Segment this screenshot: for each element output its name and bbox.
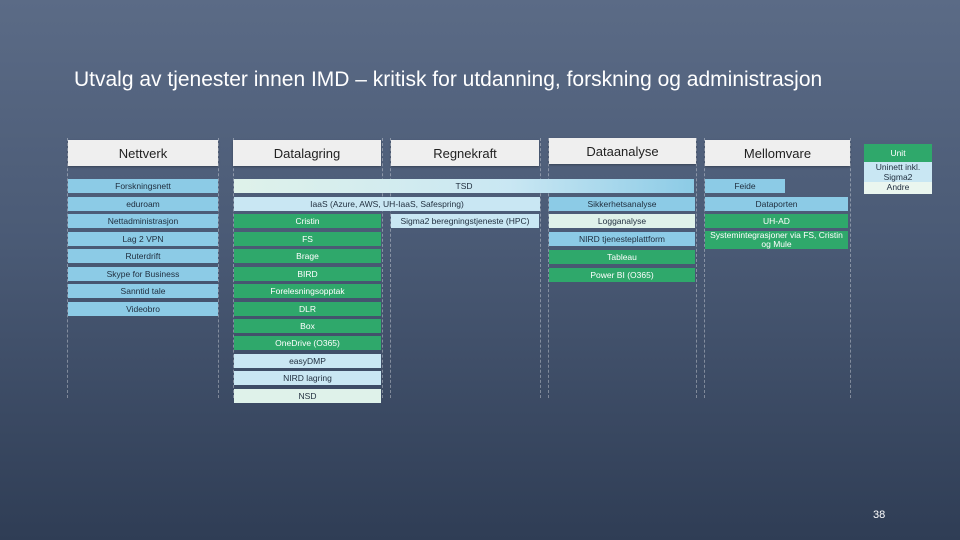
page-number: 38: [873, 509, 886, 521]
list-item: Nettadministrasjon: [68, 214, 218, 228]
sikkerhetsanalyse-box: Sikkerhetsanalyse: [549, 197, 695, 211]
header-dataanalyse: Dataanalyse: [549, 138, 696, 164]
nsd-box: NSD: [234, 389, 381, 403]
legend-andre: Andre: [864, 182, 932, 194]
header-regnekraft: Regnekraft: [391, 140, 539, 166]
divider: [390, 138, 391, 398]
list-item: Forskningsnett: [68, 179, 218, 193]
sigma2-box: Sigma2 beregningstjeneste (HPC): [391, 214, 539, 228]
uh-ad-box: UH-AD: [705, 214, 848, 228]
box-box: Box: [234, 319, 381, 333]
brage-box: Brage: [234, 249, 381, 263]
forelesningsopptak-box: Forelesningsopptak: [234, 284, 381, 298]
divider: [540, 138, 541, 398]
divider: [218, 138, 219, 398]
list-item: eduroam: [68, 197, 218, 211]
nird-plattform-box: NIRD tjenesteplattform: [549, 232, 695, 246]
tsd-bar: TSD: [234, 179, 694, 193]
header-datalagring: Datalagring: [233, 140, 381, 166]
legend-uninett: Uninett inkl. Sigma2: [864, 162, 932, 182]
dataporten-box: Dataporten: [705, 197, 848, 211]
page-title: Utvalg av tjenester innen IMD – kritisk …: [74, 68, 823, 91]
powerbi-box: Power BI (O365): [549, 268, 695, 282]
systemintegrasjoner-box: Systemintegrasjoner via FS, Cristin og M…: [705, 231, 848, 249]
legend: Unit Uninett inkl. Sigma2 Andre: [864, 144, 932, 199]
divider: [704, 138, 705, 398]
divider: [850, 138, 851, 398]
bird-box: BIRD: [234, 267, 381, 281]
header-mellomvare: Mellomvare: [705, 140, 850, 166]
easydmp-box: easyDMP: [234, 354, 381, 368]
list-item: Videobro: [68, 302, 218, 316]
divider: [382, 138, 383, 398]
tableau-box: Tableau: [549, 250, 695, 264]
dlr-box: DLR: [234, 302, 381, 316]
list-item: Ruterdrift: [68, 249, 218, 263]
list-item: Sanntid tale: [68, 284, 218, 298]
cristin-box: Cristin: [234, 214, 381, 228]
divider: [696, 138, 697, 398]
logganalyse-box: Logganalyse: [549, 214, 695, 228]
list-item: Lag 2 VPN: [68, 232, 218, 246]
onedrive-box: OneDrive (O365): [234, 336, 381, 350]
list-item: Skype for Business: [68, 267, 218, 281]
fs-box: FS: [234, 232, 381, 246]
header-nettverk: Nettverk: [68, 140, 218, 166]
feide-box: Feide: [705, 179, 785, 193]
nird-lagring-box: NIRD lagring: [234, 371, 381, 385]
iaas-box: IaaS (Azure, AWS, UH-IaaS, Safespring): [234, 197, 540, 211]
legend-unit: Unit: [864, 144, 932, 162]
